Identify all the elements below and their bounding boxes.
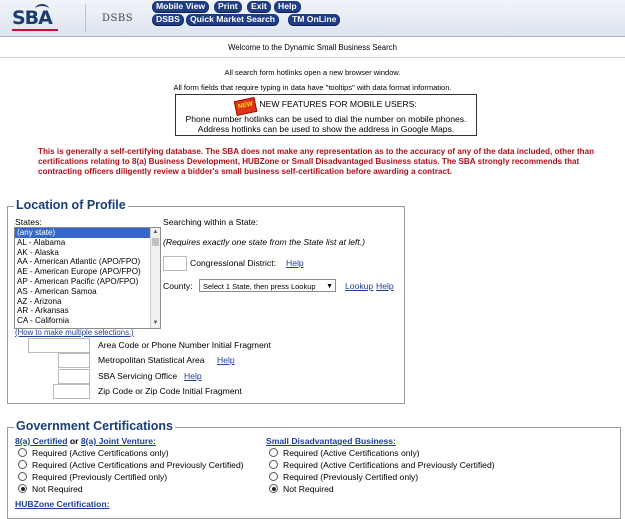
state-option[interactable]: AE - American Europe (APO/FPO) [15, 267, 160, 277]
option-label: Required (Active Certifications only) [32, 448, 169, 458]
state-option[interactable]: (any state) [15, 228, 160, 238]
option-label: Not Required [32, 484, 83, 494]
help-button[interactable]: Help [274, 1, 301, 12]
8a-option-active-previous[interactable]: Required (Active Certifications and Prev… [18, 460, 244, 471]
area-code-label: Area Code or Phone Number Initial Fragme… [98, 340, 271, 350]
sdb-option-active-previous[interactable]: Required (Active Certifications and Prev… [269, 460, 495, 471]
msa-input[interactable] [58, 353, 90, 368]
radio-button-selected[interactable] [269, 484, 278, 493]
option-label: Not Required [283, 484, 334, 494]
logo-arc-icon [35, 4, 49, 14]
states-label: States: [15, 217, 42, 227]
state-option[interactable]: AZ - Arizona [15, 297, 160, 307]
radio-button[interactable] [18, 472, 27, 481]
state-option[interactable]: AP - American Pacific (APO/FPO) [15, 277, 160, 287]
8a-option-previous[interactable]: Required (Previously Certified only) [18, 472, 167, 483]
state-option[interactable]: AA - American Atlantic (APO/FPO) [15, 257, 160, 267]
sdb-option-previous[interactable]: Required (Previously Certified only) [269, 472, 418, 483]
area-code-input[interactable] [28, 338, 90, 353]
multiple-selections-link[interactable]: (How to make multiple selections.) [15, 328, 134, 337]
option-label: Required (Previously Certified only) [32, 472, 168, 482]
divider [0, 57, 625, 58]
new-features-line1: Phone number hotlinks can be used to dia… [185, 113, 467, 124]
congressional-district-input[interactable] [163, 256, 187, 271]
heading-or: or [69, 436, 79, 446]
8a-option-active[interactable]: Required (Active Certifications only) [18, 448, 169, 459]
servicing-office-input[interactable] [58, 369, 90, 384]
scroll-thumb[interactable] [152, 238, 159, 246]
exit-button[interactable]: Exit [247, 1, 271, 12]
state-option[interactable]: AS - American Samoa [15, 287, 160, 297]
8a-certified-link[interactable]: 8(a) Certified [15, 436, 68, 446]
mobile-view-button[interactable]: Mobile View [152, 1, 210, 12]
congressional-district-label: Congressional District: [190, 258, 276, 268]
county-help-link[interactable]: Help [376, 281, 394, 291]
sdb-option-not-required[interactable]: Not Required [269, 484, 334, 495]
radio-button[interactable] [269, 472, 278, 481]
zip-code-input[interactable] [53, 384, 90, 399]
radio-button-selected[interactable] [18, 484, 27, 493]
dsbs-button[interactable]: DSBS [152, 14, 184, 25]
scroll-down-icon[interactable]: ▼ [151, 319, 160, 328]
hotlinks-note: All search form hotlinks open a new brow… [224, 68, 401, 77]
chevron-down-icon: ▼ [326, 283, 333, 290]
new-badge-icon: NEW [233, 96, 258, 116]
county-lookup-link[interactable]: Lookup [345, 281, 373, 291]
location-legend: Location of Profile [14, 198, 128, 212]
sdb-option-active[interactable]: Required (Active Certifications only) [269, 448, 420, 459]
radio-button[interactable] [18, 448, 27, 457]
within-state-label: Searching within a State: [163, 217, 259, 227]
msa-help-link[interactable]: Help [217, 355, 235, 365]
scroll-up-icon[interactable]: ▲ [151, 228, 160, 237]
new-features-title: NEW FEATURES FOR MOBILE USERS: [259, 99, 417, 109]
quick-market-search-button[interactable]: Quick Market Search [186, 14, 280, 25]
sdb-heading-link[interactable]: Small Disadvantaged Business: [266, 436, 396, 446]
8a-option-not-required[interactable]: Not Required [18, 484, 83, 495]
radio-button[interactable] [269, 448, 278, 457]
county-select-value: Select 1 State, then press Lookup [203, 282, 316, 291]
tooltips-note: All form fields that require typing in d… [173, 83, 452, 92]
radio-button[interactable] [18, 460, 27, 469]
state-option[interactable]: AL - Alabama [15, 238, 160, 248]
servicing-office-help-link[interactable]: Help [184, 371, 202, 381]
zip-code-label: Zip Code or Zip Code Initial Fragment [98, 386, 242, 396]
option-label: Required (Previously Certified only) [283, 472, 419, 482]
disclaimer-text: This is generally a self-certifying data… [38, 147, 595, 177]
header-divider [85, 4, 86, 32]
radio-button[interactable] [269, 460, 278, 469]
requires-one-state-note: (Requires exactly one state from the Sta… [163, 237, 366, 247]
option-label: Required (Active Certifications and Prev… [32, 460, 244, 470]
gov-cert-legend: Government Certifications [14, 419, 175, 433]
new-features-box: NEW NEW FEATURES FOR MOBILE USERS: Phone … [175, 94, 477, 136]
congressional-help-link[interactable]: Help [286, 258, 304, 268]
option-label: Required (Active Certifications only) [283, 448, 420, 458]
option-label: Required (Active Certifications and Prev… [283, 460, 495, 470]
app-title: DSBS [102, 13, 134, 24]
8a-joint-venture-link[interactable]: 8(a) Joint Venture: [81, 436, 156, 446]
msa-label: Metropolitan Statistical Area [98, 355, 205, 365]
logo-underline-icon [12, 29, 58, 31]
8a-heading: 8(a) Certified or 8(a) Joint Venture: [15, 436, 156, 446]
state-option[interactable]: AK - Alaska [15, 248, 160, 258]
county-select[interactable]: Select 1 State, then press Lookup ▼ [199, 279, 336, 292]
print-button[interactable]: Print [214, 1, 242, 12]
page-title: Welcome to the Dynamic Small Business Se… [228, 43, 397, 52]
sba-logo[interactable]: SBA [0, 0, 88, 36]
state-option[interactable]: CA - California [15, 316, 160, 326]
new-features-line2: Address hotlinks can be used to show the… [197, 124, 455, 134]
state-option[interactable]: AR - Arkansas [15, 306, 160, 316]
listbox-scrollbar[interactable]: ▲ ▼ [150, 228, 160, 328]
servicing-office-label: SBA Servicing Office [98, 371, 178, 381]
tm-online-button[interactable]: TM OnLine [288, 14, 341, 25]
states-listbox[interactable]: (any state) AL - Alabama AK - Alaska AA … [14, 227, 161, 329]
county-label: County: [163, 281, 193, 291]
top-header: SBA DSBS Mobile View Print Exit Help DSB… [0, 0, 625, 37]
